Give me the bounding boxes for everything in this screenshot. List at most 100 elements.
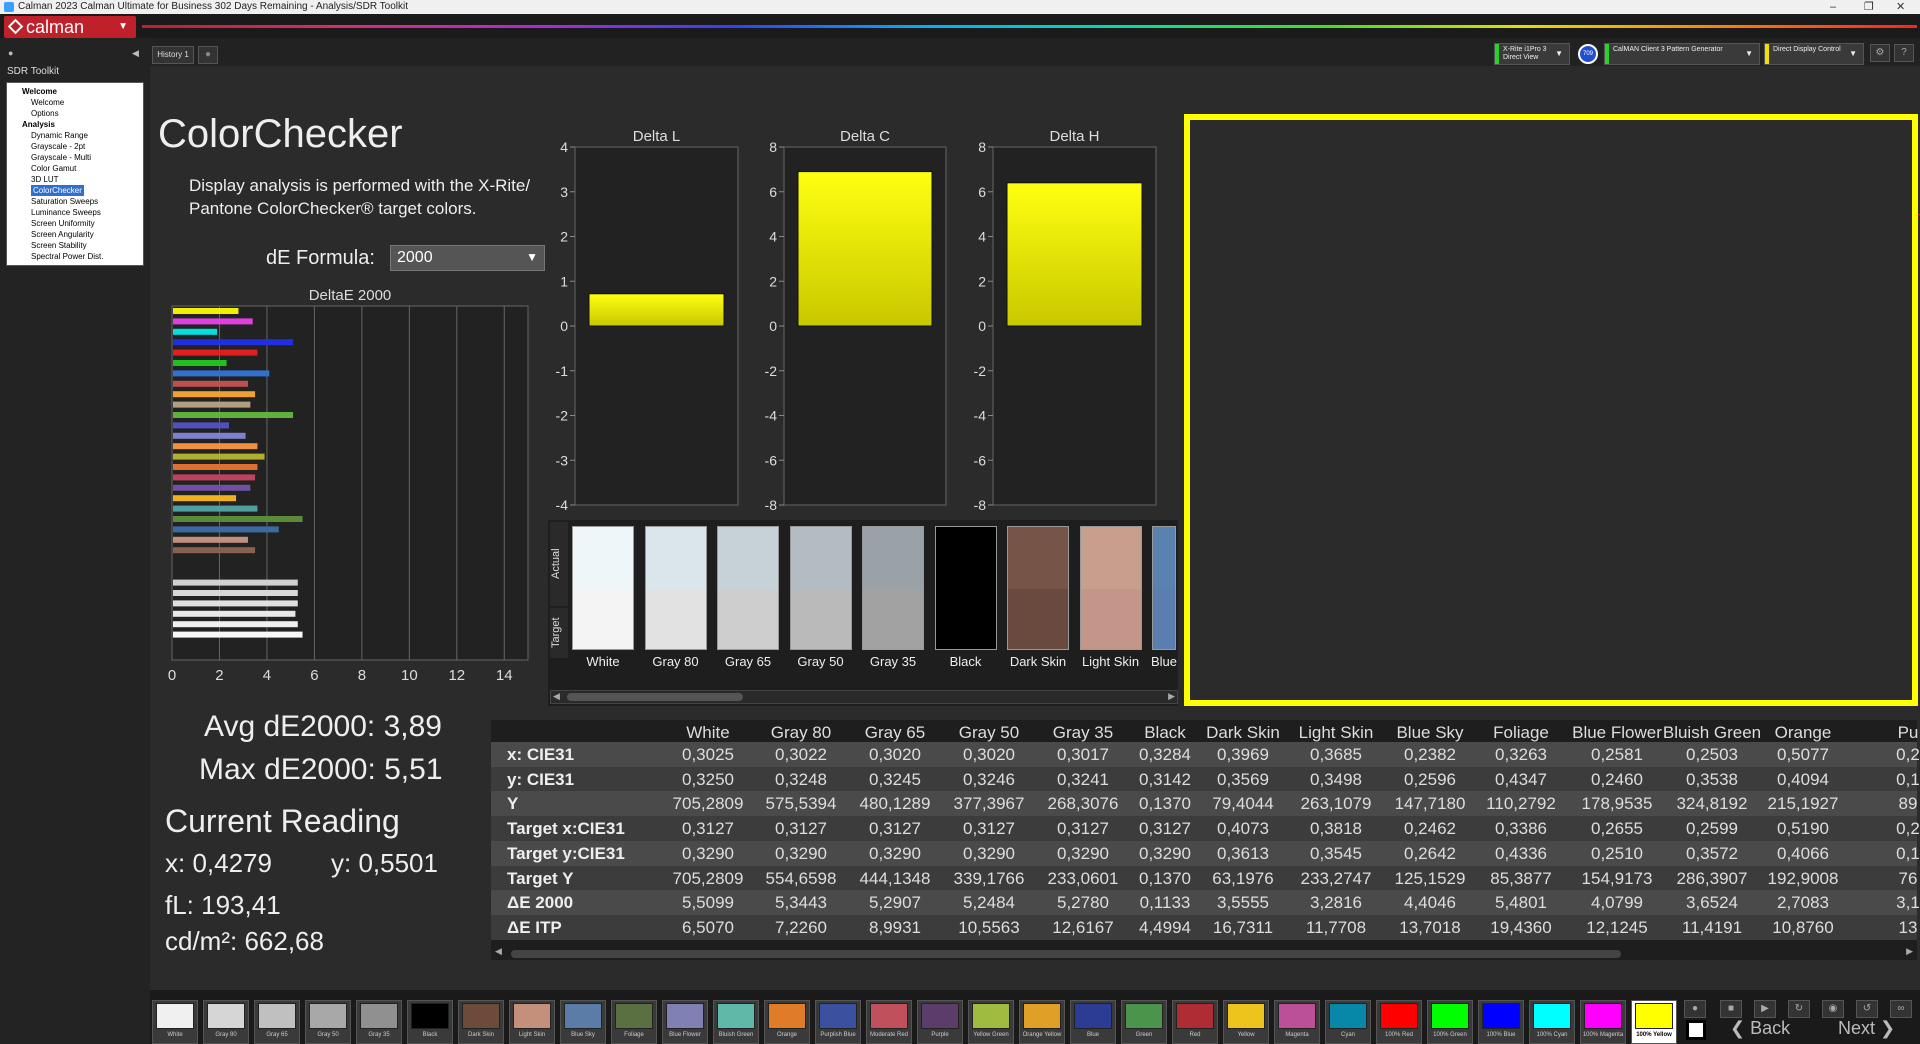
help-icon[interactable]: ?: [1894, 44, 1914, 62]
restore-icon[interactable]: ❐: [1864, 0, 1874, 14]
swatch-pair[interactable]: [717, 526, 779, 650]
scroll-left-icon[interactable]: ◀: [553, 691, 560, 702]
patch-label: Orange: [776, 1032, 797, 1038]
swatch-pair[interactable]: [1152, 526, 1176, 650]
avg-de: Avg dE2000: 3,89: [204, 710, 442, 743]
swatch-pair[interactable]: [934, 526, 997, 650]
scroll-right-icon[interactable]: ▶: [1168, 691, 1175, 702]
row-header: ΔE 2000: [507, 893, 574, 913]
scroll-thumb[interactable]: [567, 693, 743, 701]
swatch-pair[interactable]: [644, 526, 707, 650]
sidebar-item[interactable]: Color Gamut: [7, 163, 143, 174]
swatch-pair[interactable]: [1007, 526, 1069, 650]
sidebar-item[interactable]: Dynamic Range: [7, 130, 143, 141]
patch-button[interactable]: Gray 65: [254, 1000, 300, 1044]
close-icon[interactable]: ✕: [1896, 0, 1905, 14]
sidebar-item[interactable]: 3D LUT: [7, 174, 143, 185]
sidebar-item[interactable]: Spectral Power Dist.: [7, 251, 143, 262]
patch-button[interactable]: Cyan: [1325, 1000, 1371, 1044]
play-icon[interactable]: ▶: [1754, 1000, 1776, 1018]
patch-button[interactable]: Gray 50: [305, 1000, 351, 1044]
patch-button[interactable]: Light Skin: [509, 1000, 555, 1044]
patch-button[interactable]: Blue: [1070, 1000, 1116, 1044]
settings-icon[interactable]: ⚙: [1870, 44, 1890, 62]
continuous-icon[interactable]: ∞: [1890, 1000, 1912, 1018]
patch-button[interactable]: Purplish Blue: [815, 1000, 861, 1044]
patch-button[interactable]: Orange Yellow: [1019, 1000, 1065, 1044]
patch-button[interactable]: Dark Skin: [458, 1000, 504, 1044]
swatch-pair[interactable]: [1079, 526, 1142, 650]
loop-icon[interactable]: ↻: [1788, 1000, 1810, 1018]
swatch-pair[interactable]: [789, 526, 852, 650]
back-button[interactable]: ❮ Back: [1730, 1018, 1790, 1039]
swatch-scrollbar[interactable]: ◀ ▶: [550, 690, 1178, 704]
workflow-tree[interactable]: Welcome Welcome Options Analysis Dynamic Ran…: [6, 82, 144, 266]
patch-button[interactable]: 100% Yellow: [1631, 1000, 1677, 1044]
table-cell: 8,9931: [869, 917, 921, 937]
patch-button[interactable]: Gray 80: [203, 1000, 249, 1044]
patch-button[interactable]: Black: [407, 1000, 453, 1044]
swatch-pair[interactable]: [572, 526, 634, 650]
patch-button[interactable]: Foliage: [611, 1000, 657, 1044]
calman-logo-menu[interactable]: calman ▼: [4, 16, 136, 38]
de-formula-select[interactable]: 2000 ▼: [390, 245, 545, 271]
scroll-right-icon[interactable]: ▶: [1906, 946, 1913, 957]
colorspace-badge[interactable]: 709: [1578, 44, 1598, 64]
patch-button[interactable]: Blue Sky: [560, 1000, 606, 1044]
collapse-left-icon[interactable]: ◀: [132, 48, 139, 59]
patch-button[interactable]: 100% Magenta: [1580, 1000, 1626, 1044]
patch-button[interactable]: 100% Red: [1376, 1000, 1422, 1044]
record-icon[interactable]: ●: [1684, 1000, 1706, 1018]
table-cell: 377,3967: [953, 794, 1025, 814]
stop-pattern-button[interactable]: [1686, 1020, 1706, 1040]
patch-button[interactable]: Bluish Green: [713, 1000, 759, 1044]
sidebar-item[interactable]: Analysis: [7, 119, 143, 130]
refresh-icon[interactable]: ↺: [1856, 1000, 1878, 1018]
tab-history-1[interactable]: History 1: [152, 46, 194, 64]
stop-icon[interactable]: ■: [1720, 1000, 1742, 1018]
patch-button[interactable]: Green: [1121, 1000, 1167, 1044]
patch-button[interactable]: Orange: [764, 1000, 810, 1044]
display-control-selector[interactable]: Direct Display Control ▼: [1764, 43, 1864, 65]
sidebar-item[interactable]: Screen Stability: [7, 240, 143, 251]
cie-chart-frame: [1184, 114, 1918, 706]
sidebar-item[interactable]: Saturation Sweeps: [7, 196, 143, 207]
sidebar-item[interactable]: ColorChecker: [7, 185, 143, 196]
minimize-icon[interactable]: –: [1830, 0, 1836, 14]
scroll-thumb[interactable]: [511, 950, 1621, 958]
add-tab-icon[interactable]: ●: [198, 46, 218, 64]
sidebar-item[interactable]: Luminance Sweeps: [7, 207, 143, 218]
next-button[interactable]: Next ❯: [1838, 1018, 1895, 1039]
scroll-left-icon[interactable]: ◀: [495, 946, 502, 957]
sidebar-item[interactable]: Grayscale - Multi: [7, 152, 143, 163]
patch-button[interactable]: Gray 35: [356, 1000, 402, 1044]
patch-button[interactable]: 100% Cyan: [1529, 1000, 1575, 1044]
meter-device-selector[interactable]: X-Rite i1Pro 3 Direct View ▼: [1494, 43, 1570, 65]
table-cell: 63,1976: [1212, 868, 1274, 888]
patch-button[interactable]: Yellow Green: [968, 1000, 1014, 1044]
patch-button[interactable]: 100% Green: [1427, 1000, 1473, 1044]
swatch-pair[interactable]: [862, 526, 924, 650]
patch-button[interactable]: Red: [1172, 1000, 1218, 1044]
pattern-generator-selector[interactable]: CalMAN Client 3 Pattern Generator ▼: [1604, 43, 1760, 65]
patch-button[interactable]: Magenta: [1274, 1000, 1320, 1044]
table-scrollbar[interactable]: ◀ ▶: [491, 946, 1917, 960]
patch-button[interactable]: White: [152, 1000, 198, 1044]
sidebar-item[interactable]: Welcome: [7, 97, 143, 108]
patch-button[interactable]: Blue Flower: [662, 1000, 708, 1044]
measurement-table[interactable]: White Gray 80 Gray 65 Gray 50 Gray 35 Black Da…: [491, 720, 1920, 960]
capture-icon[interactable]: ◉: [1822, 1000, 1844, 1018]
sidebar-item[interactable]: Grayscale - 2pt: [7, 141, 143, 152]
table-cell: 0,3290: [682, 843, 734, 863]
sidebar-item[interactable]: Welcome: [7, 86, 143, 97]
sidebar-item[interactable]: Options: [7, 108, 143, 119]
patch-button[interactable]: Moderate Red: [866, 1000, 912, 1044]
pin-icon[interactable]: ●: [8, 48, 13, 58]
swatch-actual: [935, 527, 996, 589]
sidebar-item[interactable]: Screen Angularity: [7, 229, 143, 240]
patch-button[interactable]: Yellow: [1223, 1000, 1269, 1044]
sidebar-item[interactable]: Screen Uniformity: [7, 218, 143, 229]
patch-button[interactable]: Purple: [917, 1000, 963, 1044]
patch-button[interactable]: 100% Blue: [1478, 1000, 1524, 1044]
table-cell: 0,2642: [1404, 843, 1456, 863]
